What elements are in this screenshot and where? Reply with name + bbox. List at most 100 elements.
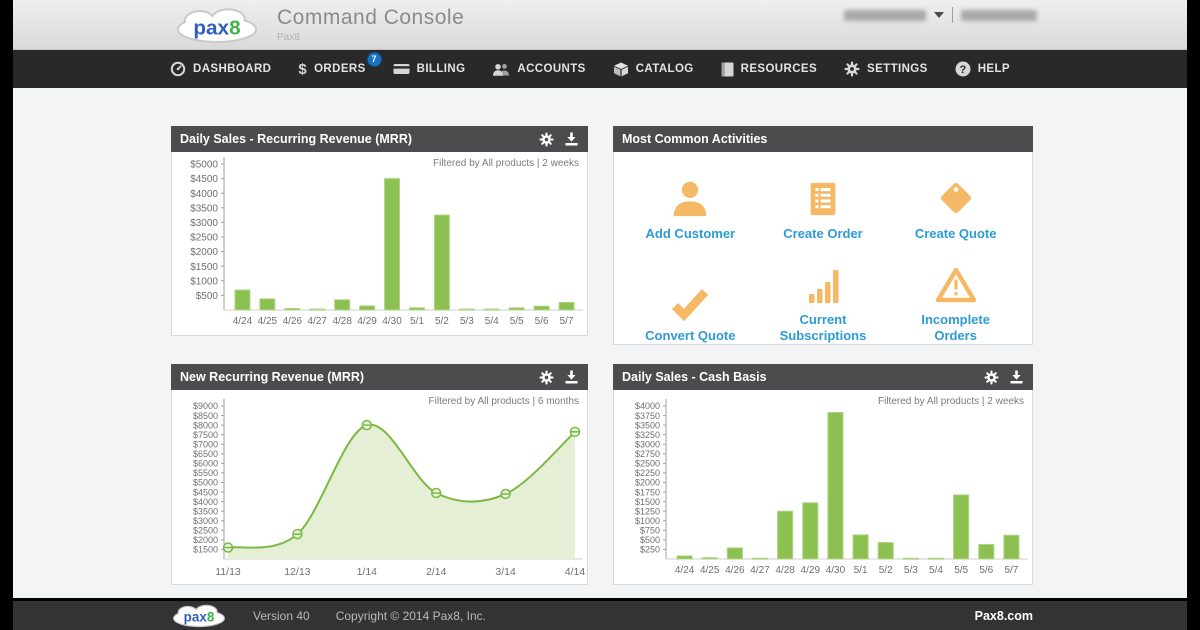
panel-header: Daily Sales - Recurring Revenue (MRR) [171, 126, 588, 152]
svg-text:$250: $250 [640, 545, 660, 555]
svg-text:$9000: $9000 [193, 401, 218, 411]
svg-text:$7500: $7500 [193, 430, 218, 440]
svg-text:4/30: 4/30 [826, 565, 846, 576]
svg-text:5/2: 5/2 [435, 316, 449, 327]
svg-text:4/24: 4/24 [675, 565, 695, 576]
activity-label: Create Quote [915, 226, 997, 242]
activity-label: Add Customer [646, 226, 736, 242]
app-window: pax8 Command Console Pax8 DASHBOARD $ OR… [13, 0, 1187, 630]
panel-body: Filtered by All products | 6 months $150… [171, 390, 588, 585]
pax8-com-link[interactable]: Pax8.com [975, 609, 1033, 623]
activity-create-order[interactable]: Create Order [757, 166, 890, 242]
nav-item-catalog[interactable]: CATALOG [613, 62, 694, 77]
svg-text:$3250: $3250 [635, 430, 660, 440]
page-subtitle: Pax8 [277, 32, 464, 43]
svg-text:$4000: $4000 [635, 401, 660, 411]
chevron-down-icon[interactable] [934, 12, 944, 18]
daily-sales-mrr-bar-chart: $500$1000$1500$2000$2500$3000$3500$4000$… [172, 152, 587, 336]
activities-grid: Add Customer Create Order Create Quote C… [613, 152, 1033, 345]
bar-chart-icon [803, 259, 843, 305]
svg-text:5/5: 5/5 [954, 565, 968, 576]
nav-item-billing[interactable]: BILLING [393, 62, 466, 76]
account-area [844, 7, 1037, 23]
download-icon[interactable] [564, 132, 579, 146]
svg-text:5/2: 5/2 [879, 565, 893, 576]
gear-icon[interactable] [539, 370, 554, 385]
svg-text:$1750: $1750 [635, 487, 660, 497]
nav-item-dashboard[interactable]: DASHBOARD [170, 61, 271, 77]
download-icon[interactable] [1009, 370, 1024, 384]
svg-text:5/4: 5/4 [929, 565, 943, 576]
gear-icon[interactable] [539, 132, 554, 147]
panel-new-recurring-revenue: New Recurring Revenue (MRR) Filtered by … [171, 364, 588, 585]
activity-label: Incomplete Orders [901, 312, 1011, 345]
svg-text:$4000: $4000 [190, 189, 218, 200]
svg-text:$5500: $5500 [193, 468, 218, 478]
svg-text:$3000: $3000 [190, 218, 218, 229]
activity-label: Convert Quote [645, 328, 735, 344]
activity-current-subscriptions[interactable]: Current Subscriptions [757, 252, 890, 344]
download-icon[interactable] [564, 370, 579, 384]
svg-text:$6000: $6000 [193, 459, 218, 469]
cube-icon [613, 62, 629, 77]
svg-text:$2750: $2750 [635, 449, 660, 459]
activity-label: Create Order [783, 226, 862, 242]
main-nav: DASHBOARD $ ORDERS 7 BILLING ACCOUNTS CA… [13, 50, 1187, 88]
svg-text:12/13: 12/13 [284, 566, 310, 578]
svg-text:$6500: $6500 [193, 449, 218, 459]
filter-label: Filtered by All products | 2 weeks [878, 396, 1024, 407]
svg-text:11/13: 11/13 [215, 566, 241, 578]
version-label: Version 40 [253, 609, 310, 623]
panel-body: Filtered by All products | 2 weeks $500$… [171, 152, 588, 336]
svg-text:pax8: pax8 [193, 16, 240, 39]
nav-item-resources[interactable]: RESOURCES [721, 62, 817, 77]
panel-title: Daily Sales - Cash Basis [622, 370, 767, 384]
svg-text:$4000: $4000 [193, 497, 218, 507]
svg-text:5/7: 5/7 [1004, 565, 1018, 576]
nav-item-help[interactable]: ? HELP [955, 61, 1010, 77]
svg-text:4/26: 4/26 [283, 316, 303, 327]
page-title: Command Console [277, 6, 464, 30]
svg-text:$3500: $3500 [193, 506, 218, 516]
panel-header: Daily Sales - Cash Basis [613, 364, 1033, 390]
svg-text:4/27: 4/27 [750, 565, 770, 576]
svg-text:4/25: 4/25 [258, 316, 278, 327]
filter-label: Filtered by All products | 6 months [429, 396, 579, 407]
panel-title: New Recurring Revenue (MRR) [180, 370, 364, 384]
help-circle-icon: ? [955, 61, 971, 77]
copyright-label: Copyright © 2014 Pax8, Inc. [336, 609, 486, 623]
nav-item-accounts[interactable]: ACCOUNTS [492, 62, 585, 76]
svg-text:4/25: 4/25 [700, 565, 720, 576]
nav-label: ACCOUNTS [517, 63, 585, 75]
pax8-cloud-logo-icon: pax8 [173, 6, 261, 44]
svg-text:3/14: 3/14 [495, 566, 516, 578]
price-tag-icon [935, 173, 977, 219]
panel-title: Most Common Activities [622, 132, 767, 146]
activity-label: Current Subscriptions [768, 312, 878, 345]
svg-text:$500: $500 [196, 291, 219, 302]
activity-add-customer[interactable]: Add Customer [624, 166, 757, 242]
pax8-cloud-logo-icon: pax8 [171, 603, 227, 628]
panel-most-common-activities: Most Common Activities Add Customer Crea… [613, 126, 1033, 345]
dollar-icon: $ [298, 62, 307, 77]
activity-convert-quote[interactable]: Convert Quote [624, 252, 757, 344]
svg-text:4/24: 4/24 [233, 316, 253, 327]
svg-text:$5000: $5000 [190, 160, 218, 171]
filter-label: Filtered by All products | 2 weeks [433, 158, 579, 169]
svg-text:5/6: 5/6 [535, 316, 549, 327]
nav-item-orders[interactable]: $ ORDERS 7 [298, 62, 365, 77]
activity-create-quote[interactable]: Create Quote [889, 166, 1022, 242]
svg-text:$2000: $2000 [635, 478, 660, 488]
gear-icon[interactable] [984, 370, 999, 385]
panel-title: Daily Sales - Recurring Revenue (MRR) [180, 132, 412, 146]
svg-text:5/6: 5/6 [979, 565, 993, 576]
nav-label: CATALOG [636, 63, 694, 75]
order-form-icon [804, 173, 842, 219]
footer: pax8 Version 40 Copyright © 2014 Pax8, I… [13, 598, 1187, 630]
dashboard-content: Daily Sales - Recurring Revenue (MRR) Fi… [13, 88, 1187, 598]
activity-incomplete-orders[interactable]: Incomplete Orders [889, 252, 1022, 344]
gauge-icon [170, 61, 186, 77]
svg-text:$750: $750 [640, 526, 660, 536]
nav-item-settings[interactable]: SETTINGS [844, 61, 928, 77]
svg-text:$8500: $8500 [193, 411, 218, 421]
